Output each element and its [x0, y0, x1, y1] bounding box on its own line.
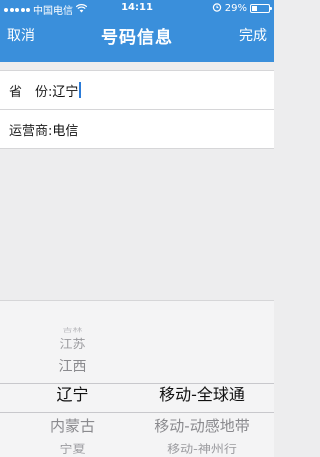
page-title: 号码信息	[101, 28, 173, 48]
header-bar: 中国电信 14:11 29% 取消 号码信息 完成	[0, 0, 274, 62]
province-label: 省 份:	[9, 84, 53, 100]
carrier-picker-column[interactable]: 移动-全球通 移动-动感地带移动-神州行	[140, 301, 264, 457]
carrier-label: 运营商:	[9, 123, 53, 139]
battery-icon	[250, 4, 272, 13]
text-cursor	[79, 82, 82, 98]
carrier-field[interactable]: 运营商: 电信	[0, 110, 274, 149]
number-info-form: 省 份: 辽宁 运营商: 电信	[0, 70, 274, 149]
picker-wheel[interactable]: 吉林 江苏 江西 辽宁 内蒙古 宁夏 移动-全球通 移动-动感地带 移动-神州行	[0, 300, 274, 457]
done-button[interactable]: 完成	[239, 25, 267, 45]
province-option[interactable]: 宁夏	[20, 442, 125, 457]
carrier-option[interactable]: 移动-动感地带	[140, 416, 264, 436]
carrier-option[interactable]: 移动-神州行	[140, 442, 264, 457]
province-option[interactable]: 内蒙古	[20, 416, 125, 436]
province-field[interactable]: 省 份: 辽宁	[0, 71, 274, 110]
province-picker-column[interactable]: 吉林 江苏 江西 辽宁 内蒙古 宁夏	[20, 301, 125, 457]
phone-number-info-screen: 中国电信 14:11 29% 取消 号码信息 完成 省 份: 辽宁 运营商: 电…	[0, 0, 274, 457]
province-option[interactable]: 江西	[20, 357, 125, 377]
carrier-value: 电信	[52, 123, 79, 139]
province-option[interactable]: 江苏	[20, 336, 125, 354]
carrier-option-selected[interactable]: 移动-全球通	[140, 385, 264, 405]
province-option-selected[interactable]: 辽宁	[20, 385, 125, 405]
navigation-bar: 取消 号码信息 完成	[0, 16, 274, 62]
province-value: 辽宁	[52, 84, 79, 100]
status-bar: 中国电信 14:11 29%	[0, 0, 274, 17]
battery-level-fill	[252, 6, 257, 11]
battery-percent: 29%	[224, 3, 247, 14]
alarm-clock-icon	[212, 2, 222, 15]
